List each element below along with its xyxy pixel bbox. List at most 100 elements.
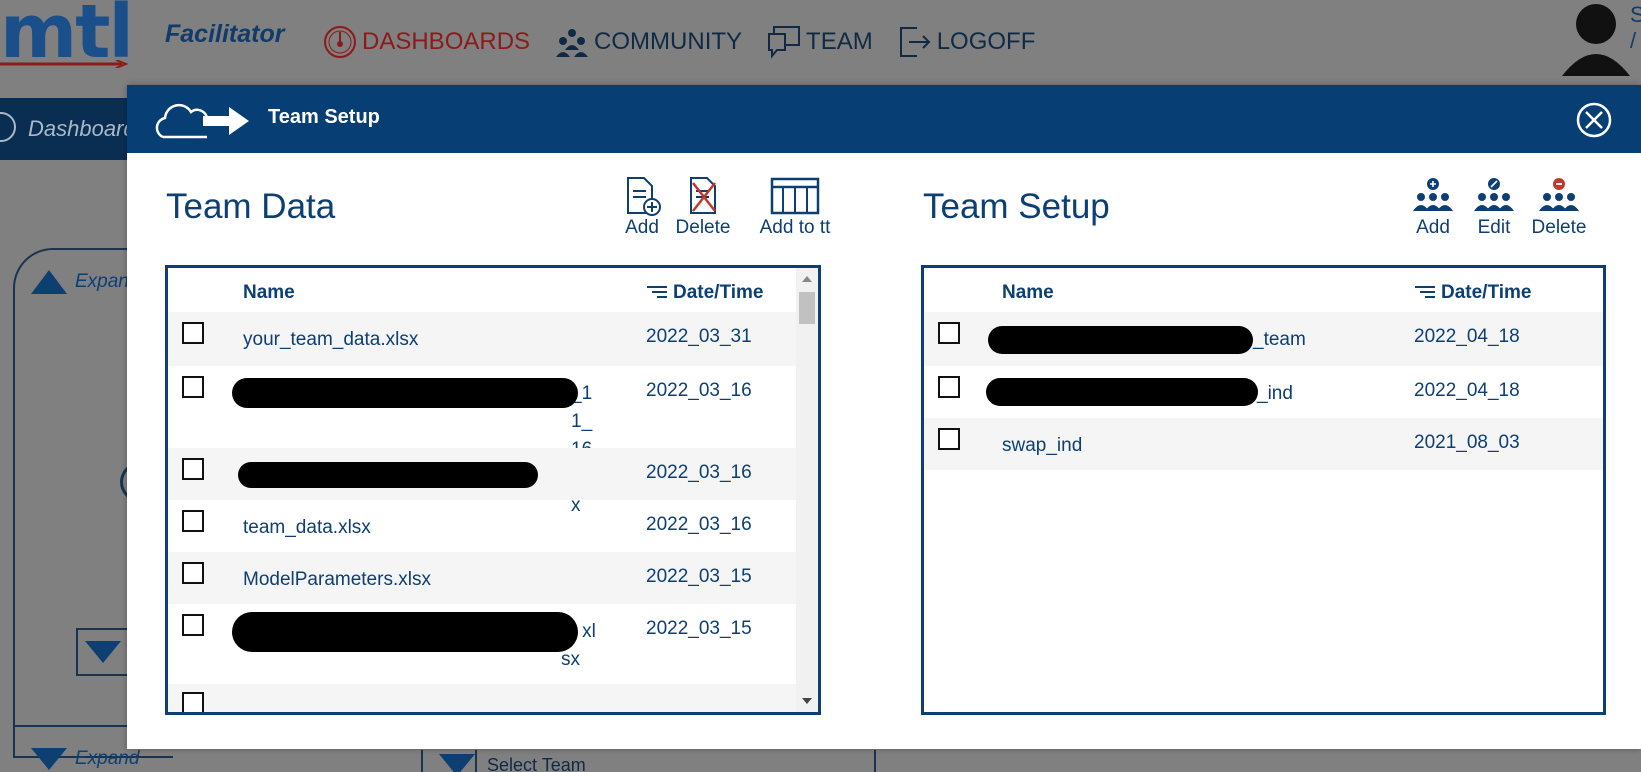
row-checkbox[interactable] (182, 322, 204, 344)
column-header-name[interactable]: Name (1002, 282, 1054, 304)
table-row[interactable]: your_team_data.xlsx 2022_03_31 (168, 312, 818, 366)
team-setup-delete-button[interactable]: Delete (1524, 175, 1594, 239)
row-checkbox[interactable] (182, 510, 204, 532)
triangle-up-icon (31, 270, 67, 294)
team-setup-edit-button[interactable]: Edit (1464, 175, 1524, 239)
team-setup-title: Team Setup (923, 187, 1110, 226)
edit-label: Edit (1477, 217, 1511, 238)
nav-label: TEAM (806, 28, 873, 55)
team-data-table: Name Date/Time your_team_data.xlsx 2022_… (165, 265, 821, 715)
scroll-thumb[interactable] (799, 292, 815, 324)
expand-label: Expand (75, 748, 140, 769)
table-header: Name Date/Time (924, 268, 1603, 312)
select-team-dropdown[interactable]: Select Team (421, 750, 876, 772)
table-row[interactable]: 3. xlsx 2022_03_15 (168, 604, 818, 684)
delete-label: Delete (675, 217, 731, 238)
redaction-mark (988, 326, 1253, 354)
row-name: team_data.xlsx (243, 517, 371, 538)
team-data-title: Team Data (166, 187, 336, 226)
team-setup-modal: Team Setup Team Data Add Delete Add to t… (127, 85, 1641, 749)
table-row[interactable]: ModelParameters.xlsx 2022_03_15 (168, 552, 818, 604)
dashboard-tab-label: Dashboard (28, 116, 136, 141)
add-to-tt-button[interactable]: Add to tt (747, 175, 843, 239)
nav-logoff[interactable]: LOGOFF (897, 24, 1036, 60)
scroll-down-arrow-icon[interactable] (802, 698, 812, 704)
row-date: 2021_08_03 (1414, 432, 1520, 453)
scroll-up-arrow-icon[interactable] (802, 276, 812, 282)
row-date: 2022_03_16 (646, 380, 752, 401)
table-row[interactable]: 2022_03_16 (168, 448, 818, 500)
collapse-button[interactable] (76, 628, 130, 676)
triangle-down-icon (439, 754, 475, 772)
redaction-mark (232, 378, 578, 408)
user-name-partial: S / (1630, 2, 1641, 53)
row-checkbox[interactable] (182, 458, 204, 480)
row-checkbox[interactable] (938, 376, 960, 398)
team-setup-table: Name Date/Time _team 2022_04_18 _ind 202… (921, 265, 1606, 715)
row-checkbox[interactable] (938, 428, 960, 450)
row-checkbox[interactable] (938, 322, 960, 344)
sort-icon (647, 286, 667, 298)
table-row[interactable]: _1 1_16.xlsx 2022_03_16 (168, 366, 818, 516)
dropdown-arrow (439, 750, 477, 772)
row-name: _team (1253, 329, 1306, 350)
row-checkbox[interactable] (182, 692, 204, 712)
column-header-date-label: Date/Time (1441, 282, 1532, 303)
add-to-tt-label: Add to tt (759, 217, 831, 238)
column-header-date[interactable]: Date/Time (1414, 282, 1531, 304)
table-row[interactable] (168, 684, 818, 712)
logo-arrow-icon (0, 60, 128, 68)
table-row[interactable]: _ind 2022_04_18 (924, 366, 1603, 418)
row-date: 2022_03_16 (646, 514, 752, 535)
row-name: your_team_data.xlsx (243, 329, 419, 350)
team-data-toolbar: Add Delete Add to tt (611, 175, 843, 239)
select-team-label: Select Team (487, 754, 586, 772)
table-row[interactable]: team_data.xlsx 2022_03_16 (168, 500, 818, 552)
delete-group-icon (1539, 178, 1579, 211)
row-checkbox[interactable] (182, 376, 204, 398)
team-setup-toolbar: Add Edit Delete (1402, 175, 1594, 239)
nav-label: LOGOFF (936, 28, 1036, 55)
row-date: 2022_04_18 (1414, 380, 1520, 401)
table-grid-icon (770, 177, 820, 215)
row-date: 2022_03_15 (646, 566, 752, 587)
row-name: ModelParameters.xlsx (243, 569, 431, 590)
team-data-rows: your_team_data.xlsx 2022_03_31 _1 1_16.x… (168, 312, 818, 712)
team-data-add-button[interactable]: Add (611, 175, 673, 239)
expand-toggle[interactable]: Expand (31, 270, 139, 294)
nav-dashboards[interactable]: DASHBOARDS (322, 24, 530, 60)
row-name: swap_ind (1002, 435, 1083, 456)
dashboard-icon (324, 26, 356, 58)
close-icon[interactable] (1575, 101, 1613, 139)
row-checkbox[interactable] (182, 614, 204, 636)
row-checkbox[interactable] (182, 562, 204, 584)
nav-community[interactable]: COMMUNITY (554, 24, 742, 60)
add-group-icon (1413, 178, 1453, 211)
column-header-name[interactable]: Name (243, 282, 295, 304)
add-file-icon (627, 177, 661, 216)
dashboard-tab-icon (0, 112, 16, 142)
triangle-down-icon (31, 748, 67, 770)
role-label: Facilitator (165, 20, 285, 48)
table-header: Name Date/Time (168, 268, 818, 312)
delete-label: Delete (1531, 217, 1587, 238)
redaction-mark (986, 378, 1258, 406)
team-data-scrollbar[interactable] (796, 268, 818, 712)
nav-team[interactable]: TEAM (766, 24, 873, 60)
modal-header: Team Setup (127, 85, 1641, 153)
redaction-mark (232, 612, 578, 652)
team-data-delete-button[interactable]: Delete (673, 175, 733, 239)
table-row[interactable]: _team 2022_04_18 (924, 312, 1603, 366)
table-row[interactable]: swap_ind 2021_08_03 (924, 418, 1603, 470)
modal-title: Team Setup (268, 106, 380, 128)
add-label: Add (625, 217, 659, 238)
team-chat-icon (768, 26, 801, 59)
nav-label: DASHBOARDS (362, 28, 531, 55)
user-avatar-icon[interactable] (1558, 0, 1634, 76)
team-setup-add-button[interactable]: Add (1402, 175, 1464, 239)
add-label: Add (1416, 217, 1450, 238)
row-name: _ind (1257, 383, 1293, 404)
row-date: 2022_03_15 (646, 618, 752, 639)
bottom-expand-toggle[interactable]: Expand (31, 748, 139, 770)
column-header-date[interactable]: Date/Time (646, 282, 763, 304)
